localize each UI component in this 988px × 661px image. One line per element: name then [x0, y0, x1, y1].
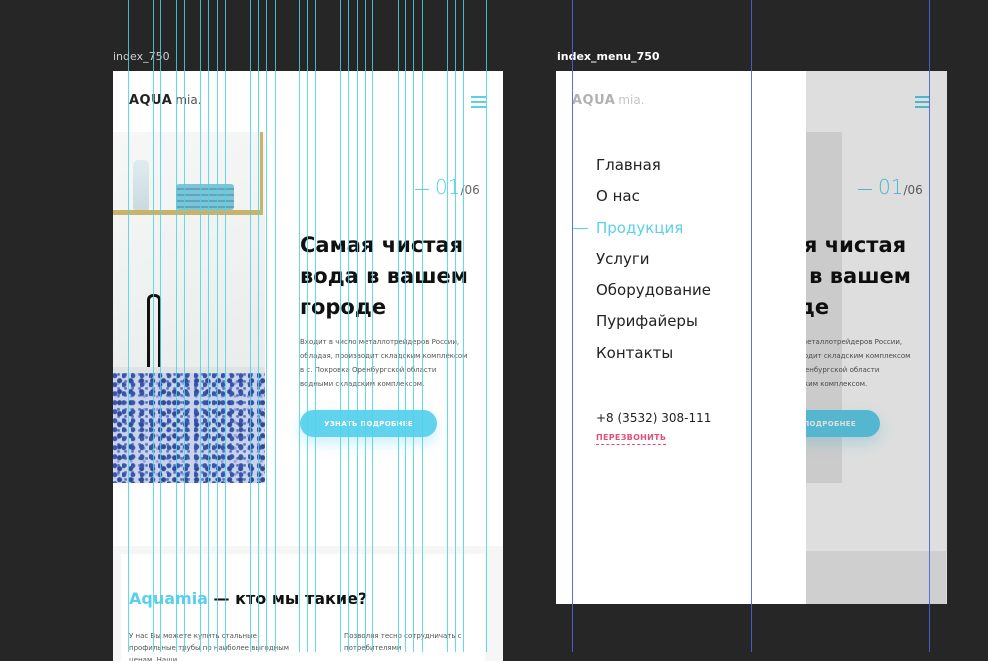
menu-logo[interactable]: AQUA mia. [572, 93, 645, 108]
about-title: Aquamia — кто мы такие? [129, 589, 368, 608]
menu-item-equipment[interactable]: Оборудование [596, 275, 711, 306]
hero-photo [113, 132, 265, 483]
hero-title: Самая чистая вода в вашем городе [300, 233, 468, 319]
nav-menu: Главная О нас Продукция Услуги Оборудова… [572, 150, 711, 369]
artboard-label-menu[interactable]: index_menu_750 [557, 50, 660, 63]
slide-counter: 01/06 [415, 175, 480, 199]
about-section: Aquamia — кто мы такие? У нас Вы можете … [113, 546, 503, 661]
logo[interactable]: AQUA mia. [129, 93, 202, 108]
menu-item-about[interactable]: О нас [596, 181, 711, 212]
slide-total: /06 [460, 183, 480, 197]
slide-current: 01 [435, 175, 461, 199]
hamburger-icon[interactable] [471, 96, 486, 111]
menu-item-services[interactable]: Услуги [596, 244, 711, 275]
artboard-index[interactable]: AQUA mia. 01/06 Самая чистая вода в вашем… [113, 71, 503, 661]
menu-overlay[interactable] [806, 71, 947, 604]
menu-panel: AQUA mia. Главная О нас Продукция Услуги … [556, 71, 806, 604]
logo-brand: AQUA [129, 93, 173, 108]
callback-link[interactable]: ПЕРЕЗВОНИТЬ [596, 433, 667, 445]
learn-more-button[interactable]: УЗНАТЬ ПОДРОБНЕЕ [300, 410, 437, 437]
menu-item-home[interactable]: Главная [596, 150, 711, 181]
phone-number[interactable]: +8 (3532) 308-111 [596, 411, 711, 425]
menu-item-purifiers[interactable]: Пурифайеры [596, 306, 711, 337]
artboard-menu[interactable]: 01/06 Самая чистая вода в вашем городе В… [556, 71, 947, 604]
hero-description: Входит в число металлотрейдеров России, … [300, 338, 468, 388]
menu-item-products[interactable]: Продукция [572, 213, 711, 244]
about-col1: У нас Вы можете купить стальные профильн… [129, 632, 290, 661]
artboard-label-index[interactable]: index_750 [113, 50, 170, 63]
menu-item-contacts[interactable]: Контакты [596, 338, 711, 369]
logo-suffix: mia. [175, 93, 202, 107]
about-col2: Позволяя тесно сотрудничать с потребител… [344, 632, 462, 652]
